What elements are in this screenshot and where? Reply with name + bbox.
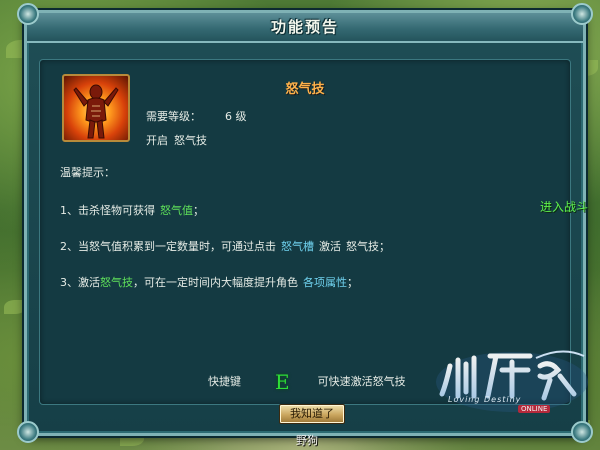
tip-item: 2、当怒气值积累到一定数量时，可通过点击 怒气槽 激活 怒气技； xyxy=(60,238,390,254)
tip-item: 3、激活怒气技，可在一定时间内大幅度提升角色 各项属性； xyxy=(60,274,358,290)
tip-text: 1、击杀怪物可获得 xyxy=(60,204,155,217)
logo-english: Loving Destiny xyxy=(448,395,522,404)
tip-text: ； xyxy=(347,276,358,289)
level-unit: 级 xyxy=(235,110,247,123)
monster-name-label[interactable]: 野狗 xyxy=(296,432,318,448)
tip-text: 3、激活 xyxy=(60,276,100,289)
hotkey-description: 可快速激活怒气技 xyxy=(317,375,406,388)
hotkey-label: 快捷键 xyxy=(208,375,241,388)
game-logo: Loving Destiny ONLINE xyxy=(432,336,592,426)
level-requirement: 需要等级： 6 级 xyxy=(146,108,247,124)
enter-battle-text[interactable]: 进入战斗 xyxy=(540,198,588,215)
tips-header: 温馨提示： xyxy=(60,166,115,179)
tip-text: 激活 xyxy=(319,240,341,253)
unlock-info: 开启 怒气技 xyxy=(146,132,207,148)
got-it-button[interactable]: 我知道了 xyxy=(279,404,345,424)
frame-ornament-icon xyxy=(571,3,593,25)
tip-text: ； xyxy=(193,204,204,217)
hotkey-key: E xyxy=(275,370,290,394)
hotkey-row: 快捷键 E 可快速激活怒气技 xyxy=(208,370,406,394)
unlock-prefix: 开启 xyxy=(146,134,168,147)
skill-name: 怒气技 xyxy=(285,82,325,97)
dialog-title: 功能预告 xyxy=(270,18,339,36)
tip-text: ，可在一定时间内大幅度提升角色 xyxy=(133,276,298,289)
attributes-link: 各项属性 xyxy=(303,276,347,289)
frame-ornament-icon xyxy=(17,421,39,443)
rage-bar-link: 怒气槽 xyxy=(281,240,314,253)
dialog-title-bar[interactable]: 功能预告 xyxy=(27,13,583,43)
frame-ornament-icon xyxy=(17,3,39,25)
logo-online-tag: ONLINE xyxy=(518,405,551,413)
rage-value-link: 怒气值 xyxy=(160,204,193,217)
tip-text: 怒气技； xyxy=(346,240,390,253)
rage-skill-link: 怒气技 xyxy=(100,276,133,289)
tip-item: 1、击杀怪物可获得 怒气值； xyxy=(60,202,204,218)
requirement-label: 需要等级： xyxy=(146,110,201,123)
tip-text: 2、当怒气值积累到一定数量时，可通过点击 xyxy=(60,240,276,253)
unlock-skill-name: 怒气技 xyxy=(174,134,207,147)
requirement-level: 6 xyxy=(225,110,232,123)
